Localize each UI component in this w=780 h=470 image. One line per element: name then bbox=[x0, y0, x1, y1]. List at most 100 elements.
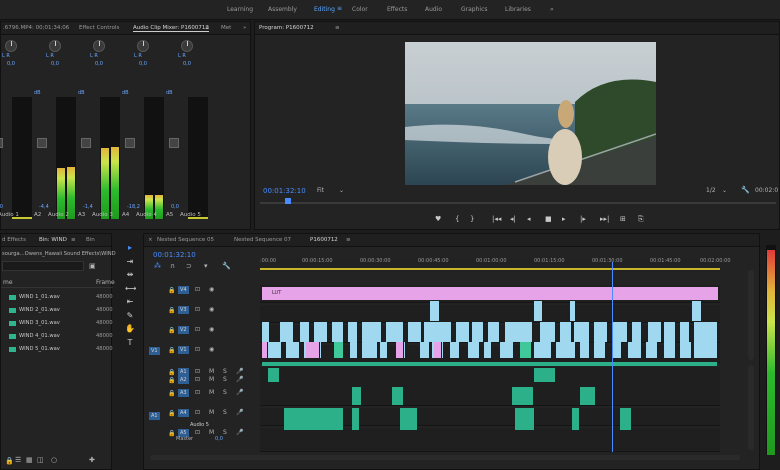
workspace-tab-effects[interactable]: Effects bbox=[387, 6, 407, 13]
eye-icon[interactable]: ◉ bbox=[209, 326, 214, 333]
icon-view-icon[interactable]: ▦ bbox=[26, 456, 33, 464]
channel-volume-value[interactable]: -4,4 bbox=[39, 204, 49, 210]
video-clip[interactable] bbox=[472, 322, 484, 342]
source-patch-v1[interactable]: V1 bbox=[149, 347, 160, 355]
video-clip[interactable] bbox=[332, 322, 344, 342]
track-name[interactable]: V2 bbox=[178, 326, 189, 334]
sync-icon[interactable]: ⊡ bbox=[195, 389, 200, 396]
workspace-tab-audio[interactable]: Audio bbox=[425, 6, 442, 13]
timeline-timecode[interactable]: 00:01:32:10 bbox=[153, 251, 196, 259]
eye-icon[interactable]: ◉ bbox=[209, 346, 214, 353]
mic-icon[interactable]: 🎤 bbox=[236, 409, 243, 416]
marker-icon[interactable]: ▾ bbox=[204, 262, 208, 270]
sync-icon[interactable]: ⊡ bbox=[195, 368, 200, 375]
video-tracks-scrollbar[interactable] bbox=[748, 270, 754, 360]
video-clip[interactable] bbox=[694, 322, 718, 342]
video-clip[interactable] bbox=[450, 342, 460, 358]
transport-play-icon[interactable]: ▸ bbox=[562, 215, 566, 223]
solo-icon[interactable]: S bbox=[223, 376, 227, 383]
pan-knob[interactable] bbox=[5, 40, 17, 52]
tab-metadata[interactable]: Met bbox=[221, 25, 231, 31]
volume-fader[interactable] bbox=[37, 138, 47, 148]
mic-icon[interactable]: 🎤 bbox=[236, 376, 243, 383]
pan-value[interactable]: 0,0 bbox=[7, 61, 15, 67]
pan-knob[interactable] bbox=[49, 40, 61, 52]
volume-fader[interactable] bbox=[81, 138, 91, 148]
video-clip[interactable] bbox=[396, 342, 404, 358]
transport-step-forward-icon[interactable]: |▸ bbox=[580, 215, 586, 223]
linked-selection-icon[interactable]: ⊃ bbox=[186, 262, 192, 270]
program-scrubber[interactable] bbox=[260, 202, 776, 204]
sync-icon[interactable]: ⊡ bbox=[195, 326, 200, 333]
mute-icon[interactable]: M bbox=[209, 368, 214, 375]
video-clip[interactable] bbox=[680, 322, 690, 342]
mute-icon[interactable]: M bbox=[209, 376, 214, 383]
mic-icon[interactable]: 🎤 bbox=[236, 429, 243, 436]
audio-clip[interactable] bbox=[352, 408, 360, 430]
tab-close-icon[interactable]: × bbox=[148, 237, 153, 243]
panel-menu-icon[interactable]: ≡ bbox=[205, 25, 210, 31]
lock-icon[interactable]: 🔒 bbox=[168, 287, 175, 294]
channel-volume-value[interactable]: -18,2 bbox=[127, 204, 140, 210]
timeline-settings-wrench-icon[interactable]: 🔧 bbox=[222, 262, 231, 270]
type-tool-icon[interactable]: T bbox=[125, 338, 135, 348]
nest-toggle-icon[interactable]: ⁂ bbox=[154, 262, 161, 270]
pan-value[interactable]: 0,0 bbox=[95, 61, 103, 67]
tab-effect-controls[interactable]: Effect Controls bbox=[79, 25, 119, 31]
source-patch-a1[interactable]: A1 bbox=[149, 412, 160, 420]
workspace-tab-color[interactable]: Color bbox=[352, 6, 368, 13]
video-clip[interactable] bbox=[534, 301, 543, 321]
master-volume-value[interactable]: 0,0 bbox=[215, 436, 223, 442]
video-clip[interactable] bbox=[434, 342, 442, 358]
audio-clip[interactable] bbox=[620, 408, 632, 430]
tab-nested-sequence-05[interactable]: Nested Sequence 05 bbox=[157, 237, 214, 243]
transport-in-point-icon[interactable]: { bbox=[455, 215, 459, 223]
video-clip[interactable] bbox=[286, 342, 300, 358]
transport-insert-icon[interactable]: ⊞ bbox=[620, 215, 626, 223]
file-row[interactable]: WIND 2_01.wav 48000 bbox=[1, 305, 113, 317]
video-clip[interactable] bbox=[505, 322, 533, 342]
video-clip[interactable] bbox=[612, 322, 628, 342]
program-timecode[interactable]: 00:01:32:10 bbox=[263, 187, 306, 195]
tab-effects[interactable]: d Effects bbox=[2, 237, 26, 243]
audio-clip[interactable] bbox=[515, 408, 535, 430]
audio-clip[interactable] bbox=[392, 387, 404, 405]
video-clip[interactable] bbox=[488, 322, 500, 342]
tab-source[interactable]: .6796.MP4: 00;01;34;06 bbox=[3, 25, 69, 31]
resolution-chevron-down-icon[interactable]: ⌄ bbox=[722, 187, 727, 194]
audio-clip[interactable] bbox=[534, 368, 556, 382]
list-view-icon[interactable]: ☰ bbox=[15, 456, 21, 464]
video-clip[interactable] bbox=[314, 322, 328, 342]
audio-clip[interactable] bbox=[352, 387, 362, 405]
file-row[interactable]: WIND 5_01.wav 48000 bbox=[1, 344, 113, 356]
panel-overflow-icon[interactable]: » bbox=[243, 25, 246, 31]
bin-menu-icon[interactable]: ≡ bbox=[71, 237, 76, 243]
audio-clip[interactable] bbox=[284, 408, 344, 430]
workspace-tab-learning[interactable]: Learning bbox=[227, 6, 253, 13]
tab-audio-clip-mixer[interactable]: Audio Clip Mixer: P1600712 bbox=[133, 25, 209, 32]
pen-tool-icon[interactable]: ✎ bbox=[125, 311, 135, 321]
zoom-slider-icon[interactable]: ○ bbox=[51, 456, 57, 464]
video-clip[interactable] bbox=[648, 322, 662, 342]
snap-icon[interactable]: ∩ bbox=[170, 262, 175, 270]
workspace-tab-libraries[interactable]: Libraries bbox=[505, 6, 531, 13]
sync-icon[interactable]: ⊡ bbox=[195, 376, 200, 383]
transport-export-frame-icon[interactable]: ⎘ bbox=[638, 215, 644, 224]
video-clip[interactable] bbox=[362, 342, 378, 358]
program-menu-icon[interactable]: ≡ bbox=[335, 25, 340, 31]
tab-bin[interactable]: Bin bbox=[86, 237, 95, 243]
eye-icon[interactable]: ◉ bbox=[209, 306, 214, 313]
workspace-tab-graphics[interactable]: Graphics bbox=[461, 6, 488, 13]
volume-fader[interactable] bbox=[0, 138, 3, 148]
pan-knob[interactable] bbox=[137, 40, 149, 52]
video-clip[interactable] bbox=[408, 322, 422, 342]
workspace-tab-assembly[interactable]: Assembly bbox=[268, 6, 297, 13]
lock-icon[interactable]: 🔒 bbox=[168, 327, 175, 334]
lock-icon[interactable]: 🔒 bbox=[168, 390, 175, 397]
audio-clip[interactable] bbox=[262, 362, 718, 366]
video-clip[interactable] bbox=[468, 342, 480, 358]
workspace-more-icon[interactable]: » bbox=[550, 6, 554, 13]
video-clip[interactable] bbox=[632, 322, 642, 342]
mute-icon[interactable]: M bbox=[209, 389, 214, 396]
sync-icon[interactable]: ⊡ bbox=[195, 306, 200, 313]
